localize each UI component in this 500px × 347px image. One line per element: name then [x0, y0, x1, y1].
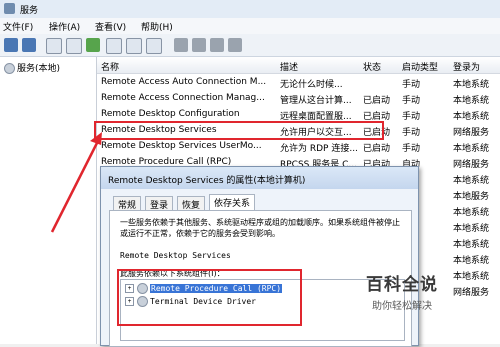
- forward-arrow-icon[interactable]: [22, 38, 36, 52]
- watermark-tagline: 助你轻松解决: [372, 301, 432, 312]
- row-logon: 本地系统: [453, 208, 490, 218]
- column-header-startup-type[interactable]: 启动类型: [402, 60, 438, 73]
- row-startup: 手动: [402, 80, 421, 90]
- highlight-box-row: [94, 121, 384, 140]
- restart-icon[interactable]: [228, 38, 242, 52]
- row-status: 已启动: [363, 144, 391, 154]
- list-header: 名称 描述 状态 启动类型 登录为: [97, 57, 500, 74]
- services-icon: [4, 63, 15, 74]
- menu-bar: 文件(F) 操作(A) 查看(V) 帮助(H): [0, 18, 500, 34]
- stop-icon[interactable]: [192, 38, 206, 52]
- row-status: 已启动: [363, 96, 391, 106]
- properties-icon[interactable]: [66, 38, 82, 54]
- table-row[interactable]: Remote Desktop Services UserMo... 允许为 RDP…: [97, 139, 500, 154]
- row-startup: 手动: [402, 112, 421, 122]
- tree-node-label: 服务(本地): [17, 64, 61, 74]
- tree-node-services-local[interactable]: 服务(本地): [4, 61, 60, 74]
- highlight-box-dependencies: [117, 269, 302, 326]
- row-logon: 本地系统: [453, 80, 490, 90]
- menu-help[interactable]: 帮助(H): [141, 20, 173, 33]
- back-arrow-icon[interactable]: [4, 38, 18, 52]
- menu-file[interactable]: 文件(F): [3, 20, 33, 33]
- service-name: Remote Desktop Services: [120, 251, 231, 260]
- left-tree-pane: 服务(本地): [0, 57, 97, 344]
- row-name: Remote Access Auto Connection M...: [101, 77, 267, 87]
- watermark: 百科全说 助你轻松解决: [358, 268, 468, 314]
- row-logon: 本地系统: [453, 112, 490, 122]
- toolbar: [0, 34, 500, 57]
- menu-view[interactable]: 查看(V): [95, 20, 126, 33]
- row-name: Remote Desktop Services UserMo...: [101, 141, 262, 151]
- column-header-status[interactable]: 状态: [363, 60, 381, 73]
- dialog-titlebar: Remote Desktop Services 的属性(本地计算机): [101, 167, 418, 189]
- services-gear-icon: [4, 3, 15, 14]
- row-logon: 本地系统: [453, 144, 490, 154]
- dialog-title: Remote Desktop Services 的属性(本地计算机): [108, 176, 306, 186]
- row-logon: 本地服务: [453, 192, 490, 202]
- row-logon: 网络服务: [453, 128, 490, 138]
- row-desc: 允许为 RDP 连接...: [280, 144, 358, 154]
- row-startup: 手动: [402, 96, 421, 106]
- pause-icon[interactable]: [210, 38, 224, 52]
- window-title: 服务: [20, 6, 39, 16]
- row-logon: 本地系统: [453, 256, 490, 266]
- help-icon[interactable]: [126, 38, 142, 54]
- export-list-icon[interactable]: [106, 38, 122, 54]
- watermark-brand: 百科全说: [366, 275, 438, 295]
- console-icon[interactable]: [146, 38, 162, 54]
- row-logon: 本地系统: [453, 96, 490, 106]
- table-row[interactable]: Remote Access Connection Manag... 管理从这台计算…: [97, 91, 500, 106]
- row-name: Remote Access Connection Manag...: [101, 93, 265, 103]
- row-logon: 本地系统: [453, 224, 490, 234]
- table-row[interactable]: Remote Access Auto Connection M... 无论什么时候…: [97, 75, 500, 90]
- dependency-description: 一些服务依赖于其他服务、系统驱动程序或组的加载顺序。如果系统组件被停止或运行不正…: [120, 218, 400, 238]
- row-name: Remote Desktop Configuration: [101, 109, 240, 119]
- row-desc: 管理从这台计算...: [280, 96, 352, 106]
- play-icon[interactable]: [174, 38, 188, 52]
- row-logon: 本地系统: [453, 240, 490, 250]
- show-tree-icon[interactable]: [46, 38, 62, 54]
- window-titlebar: 服务: [0, 0, 500, 18]
- menu-action[interactable]: 操作(A): [49, 20, 80, 33]
- row-startup: 手动: [402, 128, 421, 138]
- row-logon: 本地系统: [453, 176, 490, 186]
- row-logon: 网络服务: [453, 160, 490, 170]
- row-startup: 手动: [402, 144, 421, 154]
- row-desc: 无论什么时候...: [280, 80, 343, 90]
- refresh-icon[interactable]: [86, 38, 100, 52]
- column-header-description[interactable]: 描述: [280, 60, 298, 73]
- column-header-name[interactable]: 名称: [101, 60, 119, 73]
- column-header-logon-as[interactable]: 登录为: [453, 60, 480, 73]
- table-row[interactable]: Remote Desktop Configuration 远程桌面配置服... 已启…: [97, 107, 500, 122]
